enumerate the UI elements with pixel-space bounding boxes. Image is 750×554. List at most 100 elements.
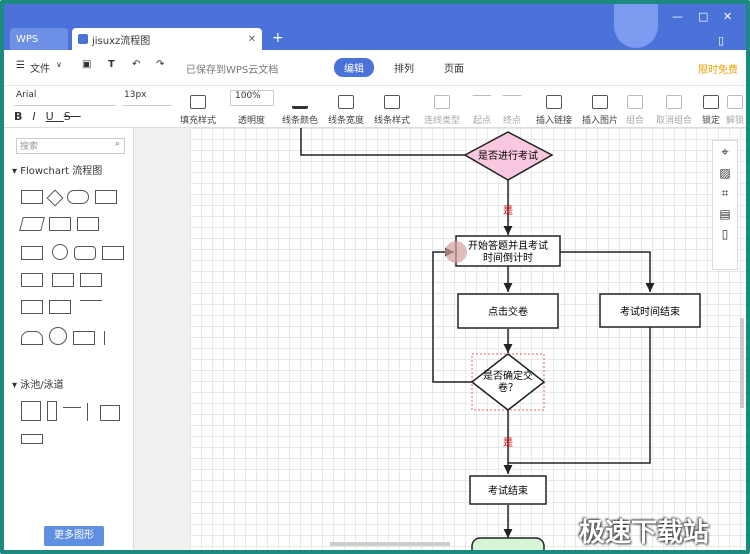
shape-stored-data[interactable] xyxy=(77,217,99,231)
crop-icon[interactable]: ⌗ xyxy=(713,186,737,201)
undo-icon[interactable]: ↶ xyxy=(132,59,140,70)
maximize-icon[interactable]: □ xyxy=(698,10,708,23)
swimlane-shapes xyxy=(18,396,128,452)
shape-line[interactable] xyxy=(80,300,103,314)
node-confirm[interactable] xyxy=(470,353,546,411)
text-format-icons[interactable]: BIUS xyxy=(14,110,81,123)
node-submit-text: 点击交卷 xyxy=(488,305,528,318)
flowchart-shapes xyxy=(18,185,128,353)
node-final[interactable] xyxy=(471,537,545,550)
opacity-button[interactable]: 透明度 xyxy=(238,86,265,126)
shape-v-line[interactable] xyxy=(87,403,91,421)
tab-page[interactable]: 页面 xyxy=(444,60,464,75)
unlock-button[interactable]: 解锁 xyxy=(726,86,744,126)
font-select[interactable]: Arial xyxy=(14,90,116,106)
navigate-icon[interactable]: ⌖ xyxy=(713,145,737,160)
shape-display[interactable] xyxy=(49,300,71,314)
shape-annotation[interactable] xyxy=(104,331,110,345)
insert-image-button[interactable]: 插入图片 xyxy=(582,86,618,126)
close-window-icon[interactable]: ✕ xyxy=(723,10,732,23)
line-color-button[interactable]: 线条颜色 xyxy=(282,86,318,126)
watermark: 极速下载站 xyxy=(579,518,710,548)
lock-button[interactable]: 锁定 xyxy=(702,86,720,126)
section-swimlane[interactable]: ▾ 泳池/泳道 xyxy=(12,376,64,391)
line-style-button[interactable]: 线条样式 xyxy=(374,86,410,126)
free-badge[interactable]: 限时免费 xyxy=(698,61,738,76)
close-tab-icon[interactable]: ✕ xyxy=(248,34,256,45)
file-menu[interactable]: 文件 xyxy=(30,60,50,75)
picture-icon[interactable]: ▨ xyxy=(713,166,737,180)
search-icon: ⌕ xyxy=(114,139,120,149)
cursor-highlight xyxy=(445,241,467,263)
format-painter-icon[interactable]: T xyxy=(108,59,115,70)
layers-icon[interactable]: ▤ xyxy=(713,207,737,221)
decorative-circle xyxy=(614,4,658,48)
sidebar-toggle-icon[interactable]: ▯ xyxy=(718,34,724,47)
fill-style-button[interactable]: 填充样式 xyxy=(180,86,216,126)
shape-pool-horizontal[interactable] xyxy=(100,405,121,421)
shape-punched-tape[interactable] xyxy=(52,273,75,287)
node-confirm-text1: 是否确定交 xyxy=(483,369,533,382)
menu-bar: ☰ 文件 ∨ ▣ T ↶ ↷ 已保存到WPS云文档 编辑 排列 页面 限时免费 xyxy=(4,50,746,86)
shape-connector[interactable] xyxy=(52,244,69,260)
section-flowchart[interactable]: ▾ Flowchart 流程图 xyxy=(12,162,133,177)
shape-internal-storage[interactable] xyxy=(21,246,43,260)
shape-manual-input[interactable] xyxy=(102,246,125,260)
start-point-button[interactable]: 起点 xyxy=(472,86,492,126)
more-shapes-button[interactable]: 更多图形 xyxy=(44,526,104,546)
ungroup-button[interactable]: 取消组合 xyxy=(656,86,692,126)
horizontal-scrollbar[interactable] xyxy=(330,542,450,546)
shape-circle[interactable] xyxy=(49,327,67,345)
unlock-label: 解锁 xyxy=(726,116,745,126)
font-size-select[interactable]: 13px xyxy=(122,90,172,106)
node-start-answer-text2: 时间倒计时 xyxy=(483,251,533,264)
shape-card[interactable] xyxy=(21,273,43,287)
label-yes1: 是 xyxy=(503,205,513,217)
shape-lane-vertical[interactable] xyxy=(47,401,57,421)
search-input[interactable]: 搜索 ⌕ xyxy=(16,138,125,154)
shape-pool[interactable] xyxy=(21,401,41,421)
node-end-text: 考试结束 xyxy=(488,484,528,497)
line-style-icon xyxy=(384,95,400,109)
tab-edit[interactable]: 编辑 xyxy=(334,58,374,77)
line-width-button[interactable]: 线条宽度 xyxy=(328,86,364,126)
hamburger-icon[interactable]: ☰ xyxy=(16,60,25,71)
group-button[interactable]: 组合 xyxy=(626,86,644,126)
shape-terminator[interactable] xyxy=(67,190,89,204)
tab-wps-label: WPS xyxy=(16,33,39,45)
line-width-label: 线条宽度 xyxy=(328,116,365,126)
connector-type-button[interactable]: 连线类型 xyxy=(424,86,460,126)
vertical-scrollbar[interactable] xyxy=(740,318,744,408)
shape-off-page[interactable] xyxy=(73,331,95,345)
shape-document[interactable] xyxy=(95,190,117,204)
shape-delay[interactable] xyxy=(21,331,43,345)
page-icon[interactable]: ▯ xyxy=(713,227,737,241)
tab-document[interactable]: jisuxz流程图 ✕ xyxy=(72,28,262,50)
insert-link-button[interactable]: 插入链接 xyxy=(536,86,572,126)
minimize-icon[interactable]: — xyxy=(672,10,683,23)
tab-wps[interactable]: WPS xyxy=(10,28,68,50)
paint-bucket-icon xyxy=(190,95,206,109)
end-point-button[interactable]: 终点 xyxy=(502,86,522,126)
shape-manual-operation[interactable] xyxy=(80,273,103,287)
edge-to-timeup xyxy=(560,251,655,292)
redo-icon[interactable]: ↷ xyxy=(156,59,164,70)
node-time-up-text: 考试时间结束 xyxy=(620,305,680,318)
shape-direct-data[interactable] xyxy=(74,246,97,260)
shape-library-panel: 搜索 ⌕ ▾ Flowchart 流程图 ▾ 泳池/泳道 更多图形 xyxy=(4,128,134,550)
toolbar: Arial 13px BIUS 填充样式 100% 透明度 线条颜色 线条宽度 … xyxy=(4,86,746,128)
shape-decision[interactable] xyxy=(46,189,64,207)
saved-status: 已保存到WPS云文档 xyxy=(186,65,279,76)
shape-process[interactable] xyxy=(21,190,43,204)
save-icon[interactable]: ▣ xyxy=(82,59,91,70)
shape-loop-limit[interactable] xyxy=(21,300,43,314)
tab-arrange[interactable]: 排列 xyxy=(394,60,414,75)
shape-lane-horizontal[interactable] xyxy=(21,434,43,444)
insert-image-label: 插入图片 xyxy=(582,116,619,126)
new-tab-button[interactable]: + xyxy=(272,30,284,46)
shape-predefined[interactable] xyxy=(49,217,71,231)
diagram-canvas[interactable]: 是否进行考试 是 开始答题并且考试 时间倒计时 点击交卷 考试时间结束 是否确定… xyxy=(190,128,746,550)
connector-type-label: 连线类型 xyxy=(424,116,461,126)
shape-h-line[interactable] xyxy=(63,407,81,421)
shape-data[interactable] xyxy=(19,217,45,231)
